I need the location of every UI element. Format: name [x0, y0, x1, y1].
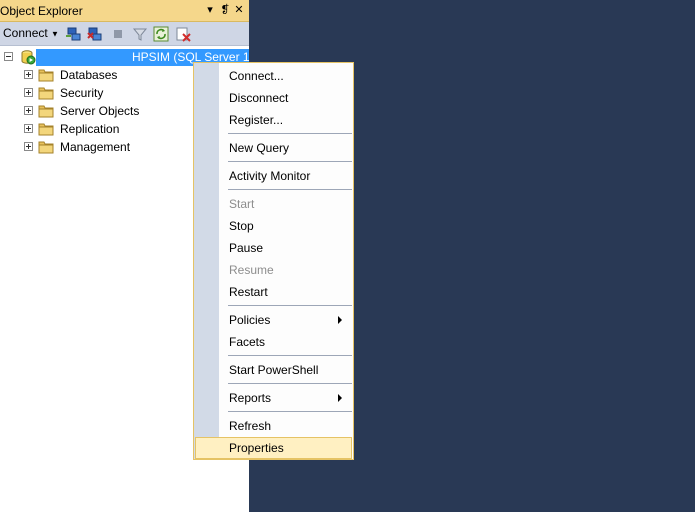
folder-icon: [38, 141, 54, 154]
disconnect-server-icon[interactable]: [87, 26, 103, 42]
tree-node-label: Security: [60, 86, 104, 100]
menu-item-label: Disconnect: [229, 91, 289, 105]
menu-separator: [228, 189, 352, 190]
expand-toggle-icon[interactable]: [24, 106, 33, 115]
refresh-icon[interactable]: [153, 26, 169, 42]
menu-item-label: Policies: [229, 313, 271, 327]
menu-separator: [228, 161, 352, 162]
connect-label: Connect: [3, 26, 48, 40]
expand-toggle-icon[interactable]: [24, 88, 33, 97]
object-explorer-toolbar: Connect ▼: [0, 22, 249, 46]
tree-node-label: Replication: [60, 122, 120, 136]
expand-toggle-icon[interactable]: [24, 70, 33, 79]
menu-item-label: Resume: [229, 263, 274, 277]
close-icon[interactable]: ✕: [232, 2, 246, 18]
database-server-icon: [21, 50, 36, 65]
menu-separator: [228, 411, 352, 412]
menu-item-label: Facets: [229, 335, 266, 349]
menu-item-activity-monitor[interactable]: Activity Monitor: [195, 165, 352, 186]
pin-icon[interactable]: ❡: [218, 2, 232, 18]
menu-item-label: New Query: [229, 141, 290, 155]
menu-item-label: Properties: [229, 441, 284, 455]
folder-icon: [38, 123, 54, 136]
expand-toggle-icon[interactable]: [24, 142, 33, 151]
menu-item-label: Activity Monitor: [229, 169, 311, 183]
connect-button[interactable]: Connect ▼: [3, 26, 59, 40]
submenu-arrow-icon: [338, 316, 342, 324]
menu-item-disconnect[interactable]: Disconnect: [195, 87, 352, 108]
menu-item-label: Restart: [229, 285, 268, 299]
menu-item-resume: Resume: [195, 259, 352, 280]
menu-item-properties[interactable]: Properties: [195, 437, 352, 459]
menu-item-label: Refresh: [229, 419, 272, 433]
dropdown-icon[interactable]: ▾: [203, 2, 217, 18]
tree-node-label: Databases: [60, 68, 118, 82]
menu-item-pause[interactable]: Pause: [195, 237, 352, 258]
server-context-menu: Connect... Disconnect Register... New Qu…: [193, 62, 354, 460]
menu-item-start: Start: [195, 193, 352, 214]
filter-icon[interactable]: [132, 26, 148, 42]
menu-item-label: Start: [229, 197, 255, 211]
folder-icon: [38, 105, 54, 118]
submenu-arrow-icon: [338, 394, 342, 402]
collapse-toggle-icon[interactable]: [4, 52, 13, 61]
connect-server-icon[interactable]: [66, 26, 82, 42]
menu-item-reports[interactable]: Reports: [195, 387, 352, 408]
menu-item-connect[interactable]: Connect...: [195, 65, 352, 86]
menu-item-policies[interactable]: Policies: [195, 309, 352, 330]
expand-toggle-icon[interactable]: [24, 124, 33, 133]
delete-icon[interactable]: [175, 26, 191, 42]
folder-icon: [38, 69, 54, 82]
menu-item-register[interactable]: Register...: [195, 109, 352, 130]
menu-item-label: Connect...: [229, 69, 284, 83]
menu-item-start-powershell[interactable]: Start PowerShell: [195, 359, 352, 380]
menu-item-stop[interactable]: Stop: [195, 215, 352, 236]
object-explorer-titlebar: Object Explorer ▾ ❡ ✕: [0, 0, 249, 22]
chevron-down-icon: ▼: [51, 29, 59, 39]
menu-item-refresh[interactable]: Refresh: [195, 415, 352, 436]
folder-icon: [38, 87, 54, 100]
stop-icon[interactable]: [110, 26, 126, 42]
menu-item-restart[interactable]: Restart: [195, 281, 352, 302]
panel-title: Object Explorer: [0, 4, 83, 18]
menu-item-facets[interactable]: Facets: [195, 331, 352, 352]
menu-item-label: Pause: [229, 241, 264, 255]
menu-separator: [228, 133, 352, 134]
menu-item-label: Start PowerShell: [229, 363, 319, 377]
tree-node-label: Management: [60, 140, 131, 154]
menu-item-label: Register...: [229, 113, 284, 127]
menu-separator: [228, 383, 352, 384]
tree-node-label: Server Objects: [60, 104, 140, 118]
menu-separator: [228, 305, 352, 306]
menu-item-new-query[interactable]: New Query: [195, 137, 352, 158]
menu-item-label: Reports: [229, 391, 272, 405]
menu-item-label: Stop: [229, 219, 254, 233]
menu-separator: [228, 355, 352, 356]
